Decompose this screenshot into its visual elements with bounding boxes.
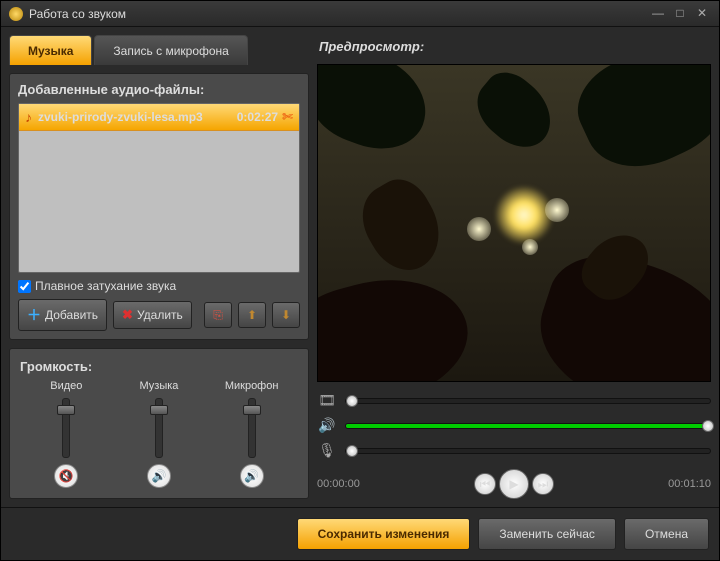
music-mute-button[interactable]: 🔊 [147,464,171,488]
skip-forward-icon: ⏭ [538,477,549,492]
replace-now-button[interactable]: Заменить сейчас [478,518,616,550]
mic-mute-button[interactable]: 🔊 [240,464,264,488]
volume-music: Музыка 🔊 [129,380,189,488]
move-down-button[interactable]: ⬇ [272,302,300,328]
arrow-up-icon: ⬆ [247,308,257,322]
speaker-icon: 🔊 [244,469,259,483]
volume-mic: Микрофон 🔊 [222,380,282,488]
play-button[interactable]: ▶ [499,469,529,499]
tab-mic-record[interactable]: Запись с микрофона [94,35,247,65]
sync-icon: ⎘ [213,308,223,323]
timeline-tracks: 🎞 🔊 🎙 [317,392,711,459]
time-total: 00:01:10 [668,478,711,490]
fade-label: Плавное затухание звука [35,279,176,293]
mic-icon: 🎙 [317,442,337,459]
play-icon: ▶ [509,477,518,491]
audio-files-panel: Добавленные аудио-файлы: ♪ zvuki-prirody… [9,73,309,340]
sync-button[interactable]: ⎘ [204,302,232,328]
music-note-icon: ♪ [25,109,32,125]
plus-icon: ＋ [27,305,41,325]
files-heading: Добавленные аудио-файлы: [18,82,300,97]
fade-checkbox[interactable] [18,280,31,293]
x-icon: ✖ [122,307,133,323]
cancel-button[interactable]: Отмена [624,518,709,550]
video-track[interactable] [345,398,711,404]
add-button[interactable]: ＋ Добавить [18,299,107,331]
titlebar: Работа со звуком — □ ✕ [1,1,719,27]
playback-controls: ⏮ ▶ ⏭ [474,469,554,499]
speaker-icon: 🔊 [152,469,167,483]
volume-panel: Громкость: Видео 🔇 Музыка 🔊 Микрофон [9,348,309,499]
minimize-button[interactable]: — [649,7,667,21]
preview-heading: Предпросмотр: [319,39,711,54]
skip-back-icon: ⏮ [480,477,491,492]
mic-track[interactable] [345,448,711,454]
music-volume-slider[interactable] [155,398,163,458]
close-button[interactable]: ✕ [693,7,711,21]
delete-button[interactable]: ✖ Удалить [113,301,192,329]
app-icon [9,7,23,21]
sound-editor-window: Работа со звуком — □ ✕ Музыка Запись с м… [0,0,720,561]
next-button[interactable]: ⏭ [532,473,554,495]
scissors-icon[interactable]: ✄ [282,109,293,125]
arrow-down-icon: ⬇ [281,308,291,322]
video-volume-slider[interactable] [62,398,70,458]
tab-music[interactable]: Музыка [9,35,92,65]
audio-track[interactable] [345,423,711,429]
volume-video: Видео 🔇 [36,380,96,488]
fade-checkbox-row[interactable]: Плавное затухание звука [18,279,300,293]
dialog-footer: Сохранить изменения Заменить сейчас Отме… [1,507,719,560]
time-current: 00:00:00 [317,478,360,490]
speaker-muted-icon: 🔇 [59,469,74,483]
mic-volume-slider[interactable] [248,398,256,458]
save-button[interactable]: Сохранить изменения [297,518,471,550]
video-preview[interactable] [317,64,711,382]
file-row[interactable]: ♪ zvuki-prirody-zvuki-lesa.mp3 0:02:27 ✄ [19,104,299,131]
prev-button[interactable]: ⏮ [474,473,496,495]
maximize-button[interactable]: □ [671,7,689,21]
film-icon: 🎞 [317,392,337,409]
volume-heading: Громкость: [20,359,298,374]
file-list[interactable]: ♪ zvuki-prirody-zvuki-lesa.mp3 0:02:27 ✄ [18,103,300,273]
file-duration: 0:02:27 [237,110,278,124]
tabs: Музыка Запись с микрофона [9,35,309,65]
speaker-track-icon: 🔊 [317,417,337,434]
move-up-button[interactable]: ⬆ [238,302,266,328]
video-mute-button[interactable]: 🔇 [54,464,78,488]
window-title: Работа со звуком [29,7,645,21]
file-name: zvuki-prirody-zvuki-lesa.mp3 [38,110,237,124]
